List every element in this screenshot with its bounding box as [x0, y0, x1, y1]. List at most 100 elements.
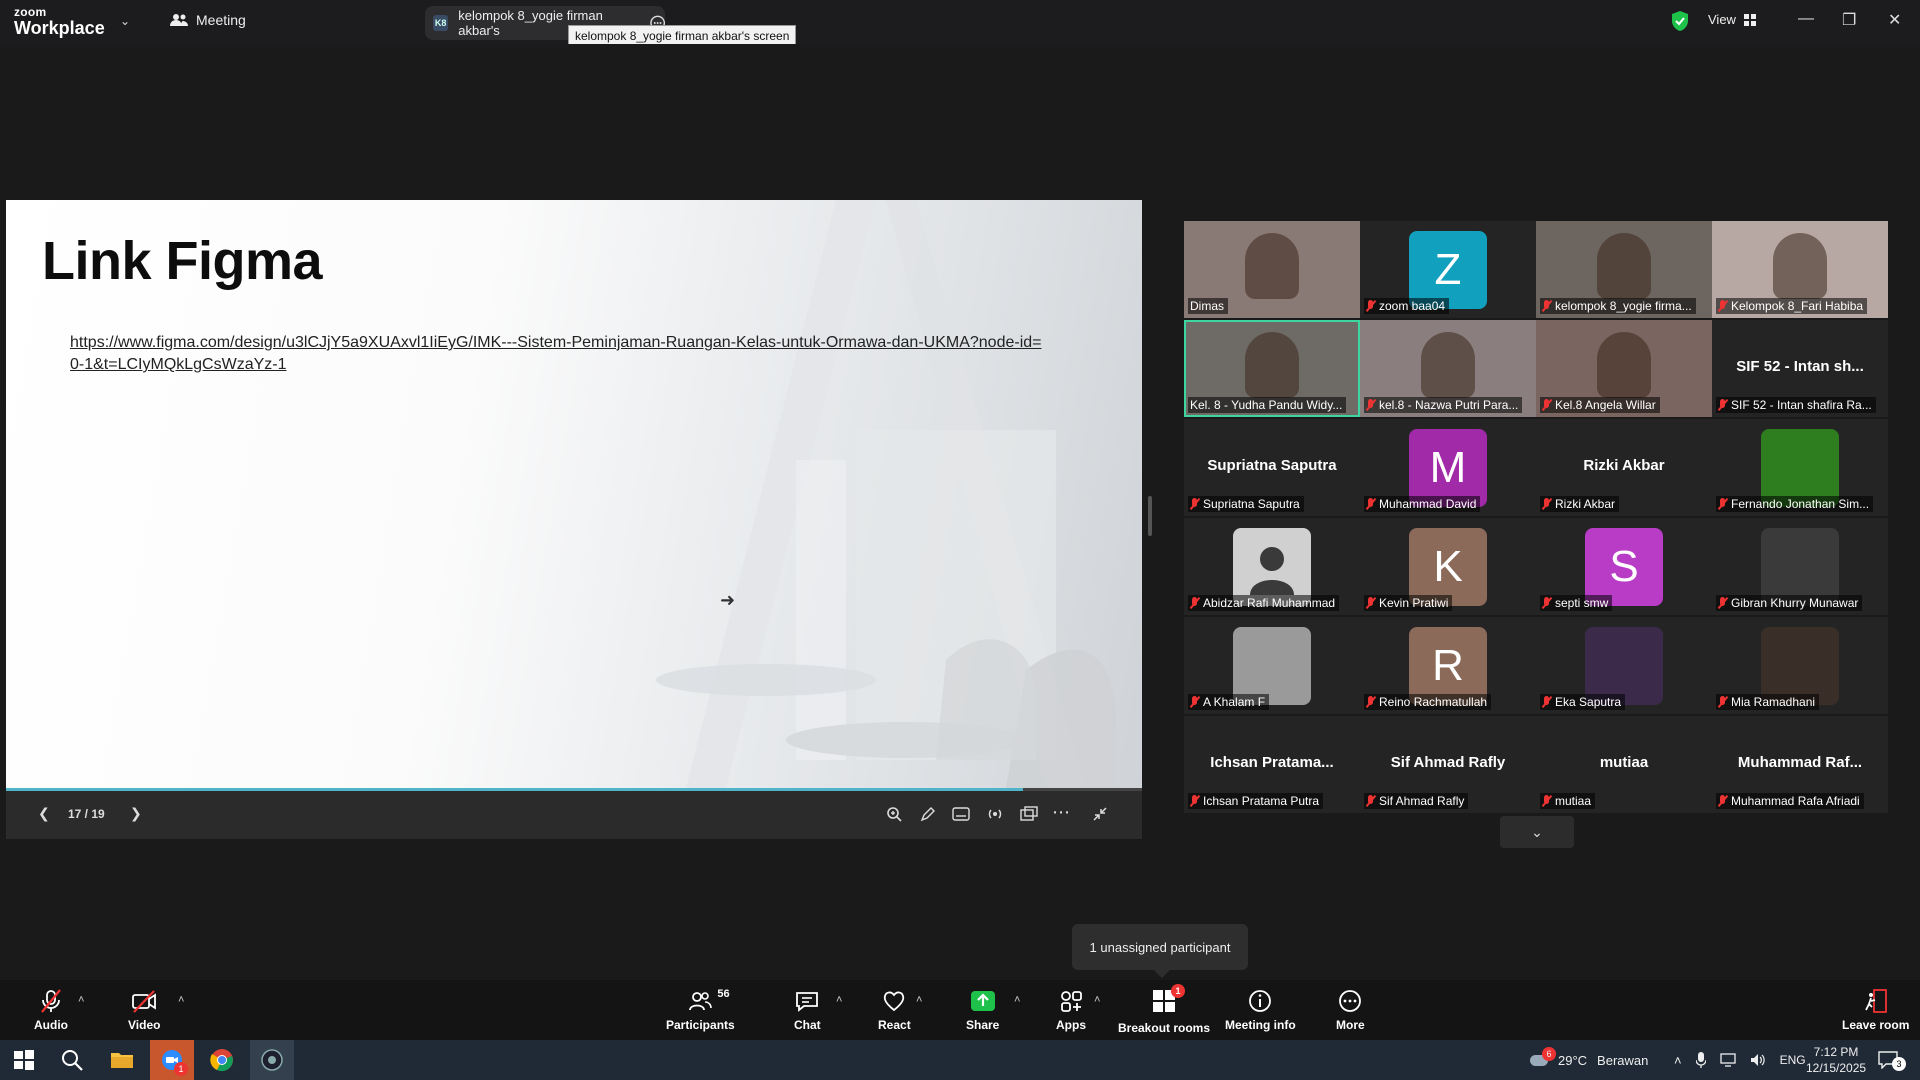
participant-tile[interactable]: M Muhammad David	[1360, 419, 1536, 516]
breakout-rooms-button[interactable]: 1 Breakout rooms	[1118, 984, 1211, 1035]
react-options-caret[interactable]: ˄	[916, 994, 922, 1006]
participant-tile[interactable]: Abidzar Rafi Muhammad	[1184, 518, 1360, 615]
participant-tile[interactable]: Supriatna Saputra Supriatna Saputra	[1184, 419, 1360, 516]
shared-slide[interactable]: Link Figma https://www.figma.com/design/…	[6, 200, 1142, 788]
share-button[interactable]: Share	[966, 988, 999, 1032]
chrome-icon[interactable]	[210, 1048, 234, 1072]
participant-tile[interactable]: Ssepti smw	[1536, 518, 1712, 615]
figma-link[interactable]: https://www.figma.com/design/u3lCJjY5a9X…	[70, 332, 1050, 376]
mic-muted-icon	[1542, 300, 1551, 312]
participant-tile[interactable]: A Khalam F	[1184, 617, 1360, 714]
participant-tile[interactable]: Kel.8 Angela Willar	[1536, 320, 1712, 417]
participant-tile[interactable]: Dimas	[1184, 221, 1360, 318]
apps-icon	[1061, 991, 1082, 1012]
next-slide-icon[interactable]: ❯	[130, 805, 142, 822]
participant-name: Abidzar Rafi Muhammad	[1203, 596, 1336, 610]
participant-name-label: Fernando Jonathan Sim...	[1716, 496, 1874, 512]
minimize-icon[interactable]: —	[1798, 10, 1814, 28]
network-icon[interactable]	[1719, 1053, 1736, 1067]
share-options-caret[interactable]: ˄	[1014, 994, 1020, 1006]
split-view-handle[interactable]	[1148, 496, 1152, 536]
volume-icon[interactable]	[1750, 1053, 1766, 1067]
chat-button[interactable]: Chat	[794, 988, 821, 1032]
chevron-up-icon[interactable]: ˄	[1674, 1053, 1682, 1068]
meeting-info-button[interactable]: Meeting info	[1225, 988, 1296, 1032]
zoom-in-icon[interactable]	[886, 806, 902, 822]
audio-button[interactable]: Audio	[34, 988, 68, 1032]
participants-button[interactable]: 56 Participants	[666, 988, 735, 1032]
mic-muted-icon	[1366, 696, 1375, 708]
weather-widget[interactable]: 6 29°C Berawan	[1528, 1040, 1648, 1080]
participant-tile[interactable]: K Kevin Pratiwi	[1360, 518, 1536, 615]
mic-muted-icon	[41, 989, 61, 1013]
breakout-label: Breakout rooms	[1118, 1021, 1211, 1035]
participant-tile[interactable]: Kelompok 8_Fari Habiba	[1712, 221, 1888, 318]
windows-start-icon[interactable]	[12, 1048, 36, 1072]
participant-name: Kelompok 8_Fari Habiba	[1731, 299, 1864, 313]
participants-count: 56	[717, 988, 730, 1000]
zoom-workplace-logo[interactable]: zoom Workplace	[14, 6, 105, 37]
chat-options-caret[interactable]: ˄	[836, 994, 842, 1006]
participant-tile[interactable]: Rizki Akbar Rizki Akbar	[1536, 419, 1712, 516]
apps-button[interactable]: Apps	[1056, 988, 1086, 1032]
more-options-icon[interactable]: ⋯	[1052, 802, 1070, 823]
input-language[interactable]: ENG	[1780, 1053, 1806, 1067]
search-icon[interactable]	[60, 1048, 84, 1072]
pen-icon[interactable]	[920, 806, 936, 822]
participant-name: Supriatna Saputra	[1203, 497, 1300, 511]
more-button[interactable]: More	[1336, 988, 1365, 1032]
apps-options-caret[interactable]: ˄	[1094, 994, 1100, 1006]
exit-fullscreen-icon[interactable]	[1092, 806, 1108, 822]
mic-muted-icon	[1190, 795, 1199, 807]
view-label: View	[1708, 12, 1736, 27]
participant-tile[interactable]: kel.8 - Nazwa Putri Para...	[1360, 320, 1536, 417]
mic-muted-icon	[1366, 597, 1375, 609]
participant-tile[interactable]: Sif Ahmad Rafly Sif Ahmad Rafly	[1360, 716, 1536, 813]
participant-tile[interactable]: Fernando Jonathan Sim...	[1712, 419, 1888, 516]
participant-tile[interactable]: Zzoom baa04	[1360, 221, 1536, 318]
video-button[interactable]: Video	[128, 988, 160, 1032]
participant-tile[interactable]: Ichsan Pratama... Ichsan Pratama Putra	[1184, 716, 1360, 813]
tab-meeting[interactable]: Meeting	[170, 12, 246, 28]
restore-icon[interactable]: ❐	[1842, 10, 1856, 30]
react-label: React	[878, 1018, 911, 1032]
react-button[interactable]: React	[878, 988, 911, 1032]
close-icon[interactable]: ✕	[1888, 10, 1901, 30]
captions-icon[interactable]	[952, 807, 970, 821]
clock[interactable]: 7:12 PM 12/15/2025	[1806, 1040, 1866, 1080]
view-button[interactable]: View	[1708, 12, 1756, 27]
video-options-caret[interactable]: ˄	[178, 994, 184, 1006]
participant-tile[interactable]: Mia Ramadhani	[1712, 617, 1888, 714]
participant-tile[interactable]: R Reino Rachmatullah	[1360, 617, 1536, 714]
mic-muted-icon	[1190, 696, 1199, 708]
share-tab-avatar: K8	[433, 15, 449, 31]
leave-room-button[interactable]: Leave room	[1842, 988, 1909, 1032]
share-window-icon[interactable]	[1020, 806, 1038, 822]
gallery-next-page-button[interactable]: ⌄	[1500, 816, 1574, 848]
chevron-down-icon[interactable]: ⌄	[120, 14, 130, 28]
participant-tile[interactable]: Kel. 8 - Yudha Pandu Widy...	[1184, 320, 1360, 417]
broadcast-icon[interactable]	[986, 806, 1004, 822]
participant-tile[interactable]: SIF 52 - Intan sh... SIF 52 - Intan shafi…	[1712, 320, 1888, 417]
participant-name-label: Ichsan Pratama Putra	[1188, 793, 1324, 809]
audio-options-caret[interactable]: ˄	[78, 994, 84, 1006]
zoom-taskbar-app[interactable]: 1	[150, 1040, 194, 1080]
microphone-icon[interactable]	[1695, 1052, 1706, 1068]
participant-tile[interactable]: Muhammad Raf... Muhammad Rafa Afriadi	[1712, 716, 1888, 813]
chevron-down-icon: ⌄	[1531, 823, 1543, 840]
participant-tile[interactable]: mutiaa mutiaa	[1536, 716, 1712, 813]
notification-center[interactable]: 3	[1878, 1040, 1912, 1080]
participant-video	[1245, 332, 1299, 398]
participant-tile[interactable]: Eka Saputra	[1536, 617, 1712, 714]
prev-slide-icon[interactable]: ❮	[38, 805, 50, 822]
obs-taskbar-app[interactable]	[250, 1040, 294, 1080]
file-explorer-icon[interactable]	[110, 1048, 134, 1072]
participant-tile[interactable]: Gibran Khurry Munawar	[1712, 518, 1888, 615]
participant-name-label: Kelompok 8_Fari Habiba	[1716, 298, 1868, 314]
mic-muted-icon	[1190, 597, 1199, 609]
participant-name-label: Muhammad Rafa Afriadi	[1716, 793, 1864, 809]
shield-check-icon[interactable]	[1670, 10, 1690, 32]
participant-name: Kel. 8 - Yudha Pandu Widy...	[1190, 398, 1343, 412]
participant-name-label: Kevin Pratiwi	[1364, 595, 1453, 611]
participant-tile[interactable]: kelompok 8_yogie firma...	[1536, 221, 1712, 318]
